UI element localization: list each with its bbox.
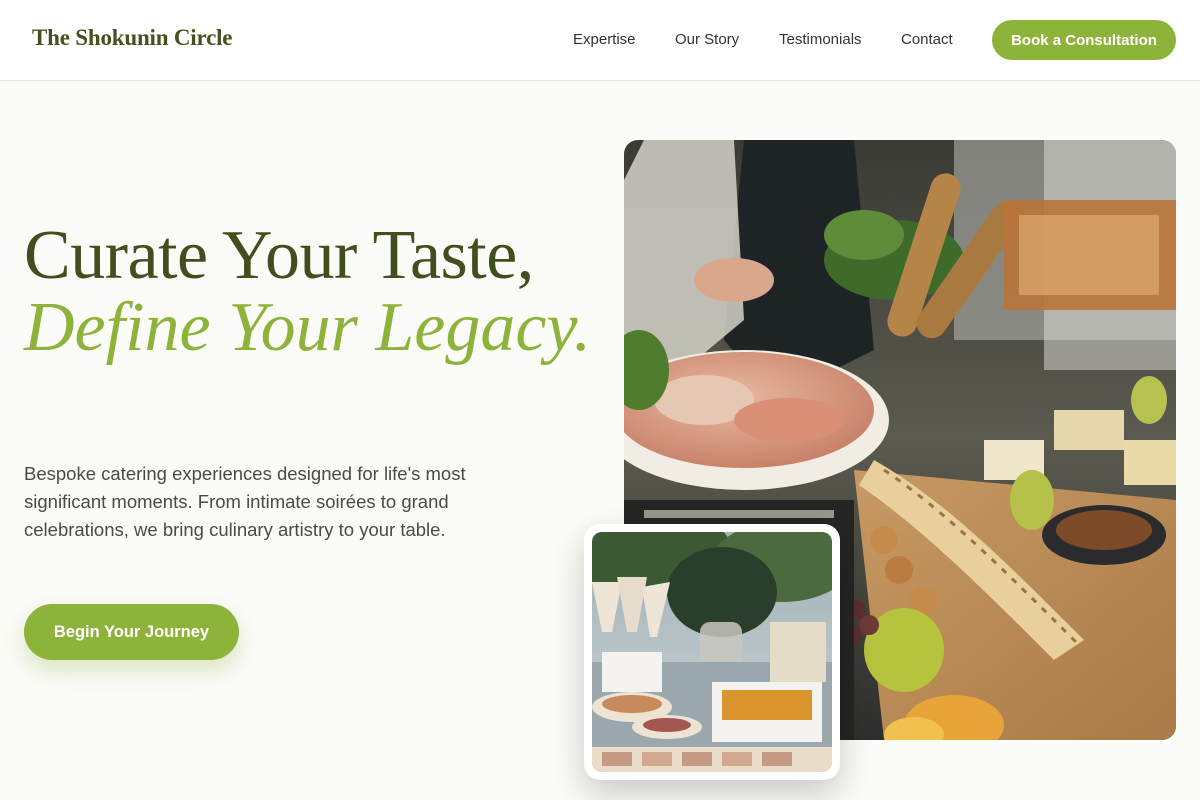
top-navigation: The Shokunin Circle Expertise Our Story …: [0, 0, 1200, 81]
headline-line-1: Curate Your Taste,: [24, 217, 534, 294]
hero-description: Bespoke catering experiences designed fo…: [24, 463, 466, 540]
nav-link-contact[interactable]: Contact: [901, 31, 953, 48]
begin-journey-button[interactable]: Begin Your Journey: [24, 604, 239, 660]
nav-link-expertise[interactable]: Expertise: [573, 31, 636, 48]
headline-accent: Define Your Legacy.: [24, 289, 592, 366]
nav-link-testimonials[interactable]: Testimonials: [779, 31, 862, 48]
outdoor-buffet-table-photo: [592, 532, 832, 772]
inset-photo-card: [584, 524, 840, 780]
book-consultation-button[interactable]: Book a Consultation: [992, 20, 1176, 60]
nav-link-our-story[interactable]: Our Story: [675, 31, 739, 48]
hero-headline: Curate Your Taste, Define Your Legacy.: [24, 220, 604, 364]
